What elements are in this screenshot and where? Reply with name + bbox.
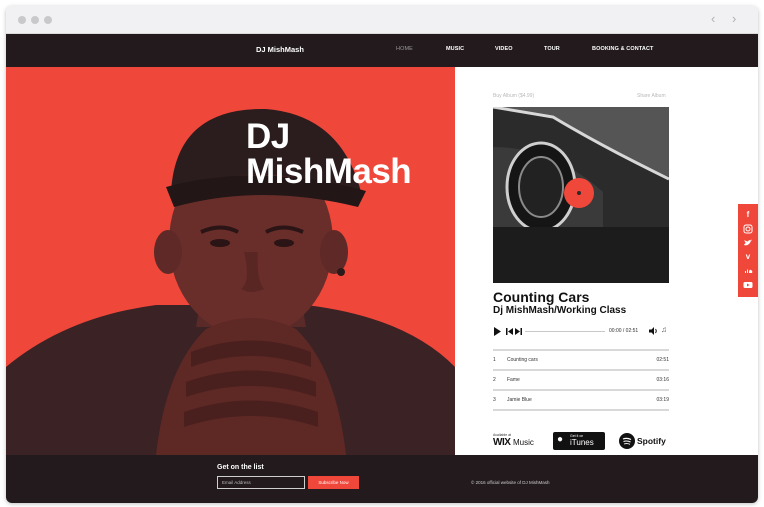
store-logos: Available at WIX Music ● Get it on iTune… (493, 431, 671, 451)
itunes-badge[interactable]: ● Get it on iTunes (553, 432, 605, 450)
spotify-text: Spotify (637, 436, 666, 446)
apple-icon: ● (557, 434, 564, 445)
social-bar: f v (738, 204, 758, 297)
next-icon[interactable] (515, 328, 522, 335)
nav-booking-contact[interactable]: BOOKING & CONTACT (592, 46, 653, 52)
email-input[interactable] (217, 476, 305, 489)
progress-track[interactable] (525, 331, 605, 332)
volume-icon[interactable] (649, 327, 658, 335)
track-divider (493, 369, 669, 371)
album-cover (493, 107, 669, 283)
site-logo-text[interactable]: DJ MishMash (256, 45, 304, 54)
window-zoom-dot[interactable] (44, 16, 52, 24)
track-duration: 02:51 (656, 357, 669, 363)
music-note-icon[interactable]: ♫ (661, 326, 667, 334)
track-duration: 03:19 (656, 397, 669, 403)
nav-music[interactable]: MUSIC (446, 46, 464, 52)
wix-music-text: Music (513, 438, 534, 447)
track-number: 2 (493, 377, 496, 383)
soundcloud-icon[interactable] (743, 266, 753, 276)
track-row[interactable]: 3 Jamie Blue 03:19 (493, 395, 669, 405)
chevron-right-icon[interactable]: › (732, 12, 736, 26)
nav-video[interactable]: VIDEO (495, 46, 513, 52)
track-artist: Dj MishMash/Working Class (493, 305, 627, 316)
hero-title-line2: MishMash (246, 152, 412, 191)
track-name: Jamie Blue (507, 397, 532, 403)
nav-home[interactable]: HOME (396, 46, 413, 52)
vimeo-icon[interactable]: v (743, 252, 753, 262)
play-icon[interactable] (493, 327, 502, 336)
hero-section: DJ MishMash (6, 67, 455, 455)
site-header: DJ MishMash HOME MUSIC VIDEO TOUR BOOKIN… (6, 34, 758, 67)
audio-player: 00:00 / 02:51 ♫ (493, 325, 671, 337)
nav-tour[interactable]: TOUR (544, 46, 560, 52)
wix-logo-text: WIX (493, 437, 511, 448)
facebook-icon[interactable]: f (743, 210, 753, 220)
newsletter-title: Get on the list (217, 464, 264, 471)
track-divider (493, 349, 669, 351)
buy-album-link[interactable]: Buy Album ($4.99) (493, 93, 534, 99)
window-close-dot[interactable] (18, 16, 26, 24)
track-divider (493, 409, 669, 411)
wix-music-badge[interactable]: Available at WIX Music (493, 431, 545, 451)
spotify-badge[interactable]: Spotify (619, 432, 671, 450)
youtube-icon[interactable] (743, 280, 753, 290)
track-row[interactable]: 2 Fame 03:16 (493, 375, 669, 385)
browser-toolbar: ‹ › (6, 6, 758, 34)
album-cover-art (493, 107, 669, 283)
track-number: 3 (493, 397, 496, 403)
window-minimize-dot[interactable] (31, 16, 39, 24)
previous-icon[interactable] (506, 328, 513, 335)
site-footer: Get on the list Subscribe Now © 2016 off… (6, 455, 758, 503)
track-name: Counting cars (507, 357, 538, 363)
browser-window: ‹ › DJ MishMash HOME MUSIC VIDEO TOUR BO… (6, 6, 758, 503)
hero-title: DJ MishMash (246, 117, 412, 191)
hero-title-line1: DJ (246, 117, 290, 156)
copyright-text: © 2016 official website of DJ MishMash (471, 480, 550, 485)
chevron-left-icon[interactable]: ‹ (711, 12, 715, 26)
track-divider (493, 389, 669, 391)
instagram-icon[interactable] (743, 224, 753, 234)
subscribe-button[interactable]: Subscribe Now (308, 476, 359, 489)
track-time: 00:00 / 02:51 (609, 328, 639, 334)
music-player-panel: Buy Album ($4.99) Share Album Counting C… (455, 67, 758, 455)
track-row[interactable]: 1 Counting cars 02:51 (493, 355, 669, 365)
spotify-icon (619, 433, 635, 449)
twitter-icon[interactable] (743, 238, 753, 248)
track-name: Fame (507, 377, 520, 383)
share-album-link[interactable]: Share Album (637, 93, 666, 99)
track-title: Counting Cars (493, 289, 590, 305)
track-number: 1 (493, 357, 496, 363)
itunes-text: iTunes (570, 438, 594, 447)
track-duration: 03:16 (656, 377, 669, 383)
